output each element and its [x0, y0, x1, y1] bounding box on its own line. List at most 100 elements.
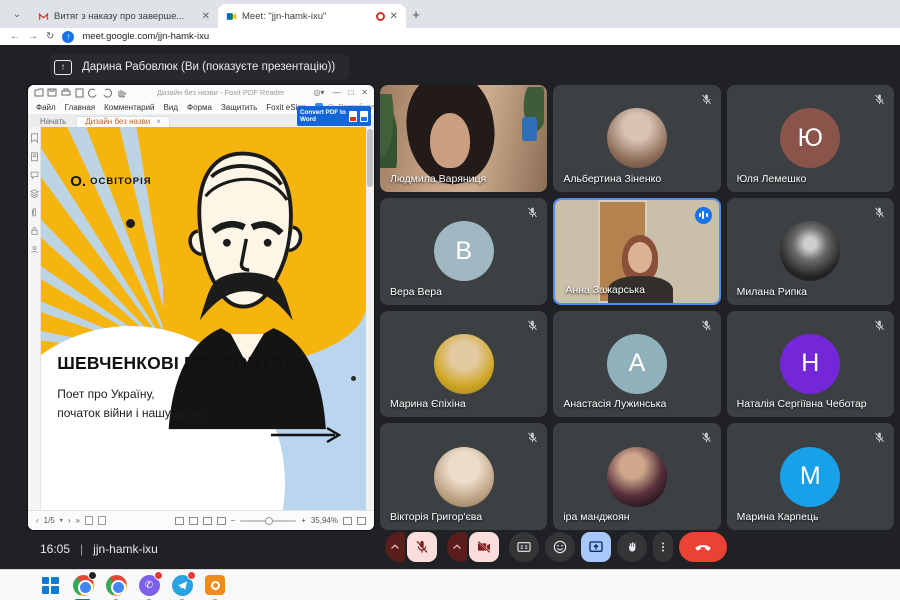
- prev-page-icon[interactable]: ‹: [36, 516, 39, 525]
- participant-tile[interactable]: Милана Рипка: [727, 198, 894, 305]
- menu-item[interactable]: Комментарий: [104, 103, 154, 112]
- mic-options-chevron[interactable]: [385, 532, 405, 562]
- participant-tile[interactable]: іра манджоян: [553, 423, 720, 530]
- single-page-icon[interactable]: [85, 516, 93, 525]
- zoom-in-icon[interactable]: +: [301, 516, 306, 525]
- zoom-slider[interactable]: [240, 520, 296, 522]
- participant-tile[interactable]: А Анастасія Лужинська: [553, 311, 720, 418]
- view-mode-3-icon[interactable]: [203, 517, 212, 525]
- meet-icon: [226, 11, 237, 22]
- browser-tab-meet[interactable]: Meet: "jjn-hamk-ixu" ✕: [218, 4, 406, 28]
- participant-name: Вікторія Григор'єва: [390, 511, 482, 523]
- menu-item[interactable]: Форма: [187, 103, 212, 112]
- document-tab[interactable]: Дизайн без назви ×: [76, 116, 170, 127]
- view-mode-2-icon[interactable]: [189, 517, 198, 525]
- sharing-indicator-icon[interactable]: ↑: [62, 31, 74, 43]
- menu-item[interactable]: Главная: [65, 103, 95, 112]
- view-mode-4-icon[interactable]: [217, 517, 226, 525]
- menu-item[interactable]: Защитить: [221, 103, 257, 112]
- screen: ⌄ Витяг з наказу про заверше... ✕ Meet: …: [0, 0, 900, 600]
- tab-close-icon[interactable]: ✕: [390, 11, 398, 22]
- print-icon: [62, 89, 70, 95]
- foxit-titlebar: Дизайн без назви - Foxit PDF Reader ◎▾ —…: [28, 85, 374, 100]
- comment-icon[interactable]: [30, 171, 39, 180]
- participant-tile[interactable]: Вікторія Григор'єва: [380, 423, 547, 530]
- call-controls: [385, 532, 727, 562]
- avatar: Ю: [780, 108, 840, 168]
- maximize-button[interactable]: □: [348, 88, 353, 97]
- menu-item[interactable]: Файл: [36, 103, 56, 112]
- minimize-button[interactable]: —: [332, 88, 340, 97]
- attachment-icon[interactable]: [30, 207, 38, 217]
- next-page-icon[interactable]: ›: [68, 516, 71, 525]
- tab-close-icon[interactable]: ✕: [202, 11, 210, 22]
- clock-time: 16:05: [40, 542, 70, 556]
- scrollbar-thumb[interactable]: [367, 129, 373, 187]
- present-icon: [54, 60, 72, 75]
- present-screen-button[interactable]: [581, 532, 611, 562]
- notification-badge: [154, 571, 163, 580]
- windows-start-button[interactable]: [38, 573, 62, 597]
- chrome-taskbar-icon-2[interactable]: [104, 573, 128, 597]
- lock-icon[interactable]: [30, 226, 39, 236]
- browser-tab-gmail[interactable]: Витяг з наказу про заверше... ✕: [30, 4, 218, 28]
- reload-icon[interactable]: ↻: [46, 31, 54, 42]
- facing-page-icon[interactable]: [98, 516, 106, 525]
- browser-toolbar: ← → ↻ ↑ meet.google.com/jjn-hamk-ixu: [0, 28, 900, 45]
- start-tab[interactable]: Начать: [30, 117, 76, 127]
- close-button[interactable]: ✕: [361, 88, 368, 97]
- participant-tile[interactable]: Альбертина Зіненко: [553, 85, 720, 192]
- participant-tile[interactable]: В Вера Вера: [380, 198, 547, 305]
- participant-tile[interactable]: Ю Юля Лемешко: [727, 85, 894, 192]
- convert-badge-label: Convert PDF to Word: [300, 109, 346, 123]
- signature-icon[interactable]: [30, 245, 39, 254]
- mic-off-button[interactable]: [407, 532, 437, 562]
- view-mode-1-icon[interactable]: [175, 517, 184, 525]
- zoom-out-icon[interactable]: −: [231, 516, 236, 525]
- browser-tab-strip: ⌄ Витяг з наказу про заверше... ✕ Meet: …: [0, 0, 900, 28]
- gmail-icon: [38, 11, 49, 22]
- reactions-button[interactable]: [545, 532, 575, 562]
- document-scrollbar[interactable]: [366, 127, 374, 510]
- viber-taskbar-icon[interactable]: ✆: [137, 573, 161, 597]
- menu-item[interactable]: Вид: [164, 103, 178, 112]
- zoom-level: 35,94%: [311, 516, 338, 525]
- fullscreen-icon[interactable]: [357, 517, 366, 525]
- document-view[interactable]: О. ОСВІТОРІЯ ШЕВЧЕНКОВІ ПРОРОЦТВА... Пое…: [41, 127, 366, 510]
- participant-tile[interactable]: Марина Єпіхіна: [380, 311, 547, 418]
- captions-button[interactable]: [509, 532, 539, 562]
- raise-hand-button[interactable]: [617, 532, 647, 562]
- more-options-button[interactable]: [653, 532, 673, 562]
- chrome-taskbar-icon-1[interactable]: [71, 573, 95, 597]
- avatar: Н: [780, 334, 840, 394]
- last-page-icon[interactable]: »: [75, 516, 79, 525]
- foxit-statusbar: ‹ 1/5 ▾ › » − + 35,94%: [28, 510, 374, 530]
- layers-icon[interactable]: [30, 189, 39, 198]
- orange-app-taskbar-icon[interactable]: [203, 573, 227, 597]
- participant-tile-active-speaker[interactable]: Анна Зажарська: [553, 198, 720, 305]
- convert-pdf-to-word-badge[interactable]: Convert PDF to Word: [297, 106, 371, 126]
- telegram-taskbar-icon[interactable]: [170, 573, 194, 597]
- new-tab-button[interactable]: +: [406, 4, 426, 24]
- page-dropdown-icon[interactable]: ▾: [60, 517, 63, 524]
- avatar: М: [780, 447, 840, 507]
- zoom-slider-knob[interactable]: [265, 517, 273, 525]
- participant-tile[interactable]: М Марина Карпець: [727, 423, 894, 530]
- participant-name: Милана Рипка: [737, 286, 807, 298]
- participant-tile[interactable]: Н Наталія Сергіївна Чеботар: [727, 311, 894, 418]
- camera-off-button[interactable]: [469, 532, 499, 562]
- tab-close-icon[interactable]: ×: [156, 117, 161, 126]
- camera-options-chevron[interactable]: [447, 532, 467, 562]
- fit-width-icon[interactable]: [343, 517, 352, 525]
- tab-search-icon[interactable]: ⌄: [6, 3, 28, 25]
- url-text[interactable]: meet.google.com/jjn-hamk-ixu: [82, 31, 209, 42]
- account-icon[interactable]: ◎▾: [313, 88, 324, 97]
- pages-icon[interactable]: [30, 152, 39, 162]
- logo-mark: О.: [70, 173, 86, 190]
- forward-icon[interactable]: →: [28, 31, 38, 42]
- quick-access-toolbar[interactable]: [34, 87, 136, 98]
- participant-tile[interactable]: Людмила Варяниця: [380, 85, 547, 192]
- back-icon[interactable]: ←: [10, 31, 20, 42]
- end-call-button[interactable]: [679, 532, 727, 562]
- bookmark-icon[interactable]: [30, 133, 39, 143]
